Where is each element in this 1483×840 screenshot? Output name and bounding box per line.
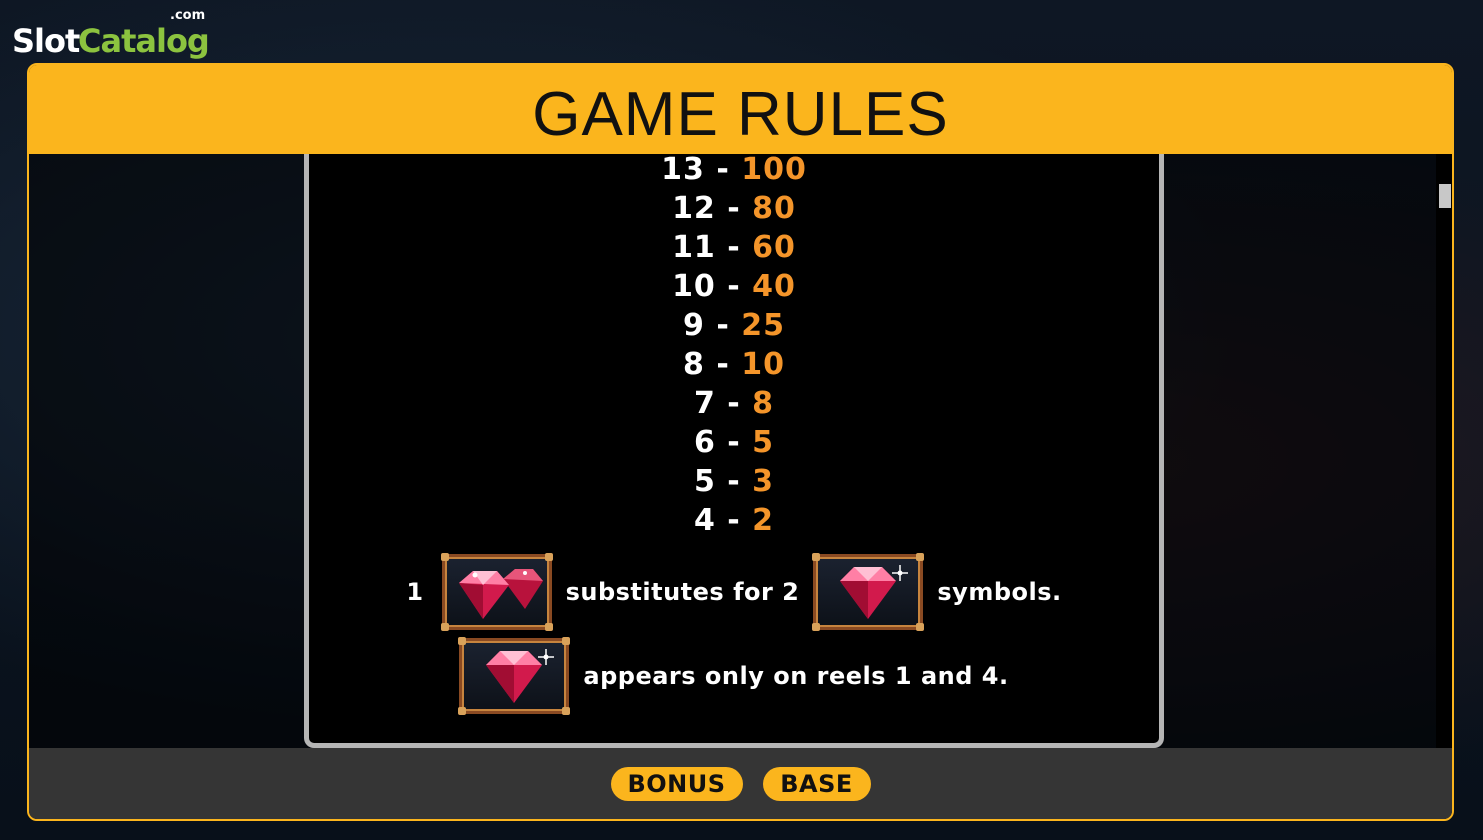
pay-separator: - [727,230,741,265]
pay-value: 100 [741,154,807,187]
panel-footer: BONUS BASE [29,748,1452,819]
pay-separator: - [727,269,741,304]
pay-separator: - [727,464,741,499]
pay-value: 8 [752,386,775,421]
pay-value: 60 [752,230,796,265]
ruby-symbol-icon [812,553,925,631]
pay-count: 9 [683,308,705,343]
page-title: GAME RULES [532,80,949,149]
pay-count: 4 [693,503,716,538]
paytable-row: 11 - 60 [309,232,1159,271]
pay-separator: - [727,425,741,460]
paytable-row: 13 - 100 [309,154,1159,193]
paytable-row: 6 - 5 [309,427,1159,466]
ruby-symbol-icon [458,637,571,715]
rules-content[interactable]: 13 - 100 12 - 80 11 - 60 10 - 40 9 - 25 … [304,154,1164,748]
pay-separator: - [716,347,730,382]
pay-separator: - [716,308,730,343]
panel-header: GAME RULES [29,65,1452,154]
paytable-row: 7 - 8 [309,388,1159,427]
paytable-row: 5 - 3 [309,466,1159,505]
paytable-row: 4 - 2 [309,505,1159,544]
slotcatalog-logo: Slot Catalog .com [12,8,212,60]
game-rules-panel: GAME RULES 13 - 100 12 - 80 11 - 60 10 -… [27,63,1454,821]
pay-separator: - [727,386,741,421]
reels-text: appears only on reels 1 and 4. [583,662,1009,690]
paytable-row: 8 - 10 [309,349,1159,388]
base-button[interactable]: BASE [762,766,871,801]
pay-separator: - [716,154,730,187]
pay-separator: - [727,191,741,226]
pay-count: 12 [672,191,716,226]
paytable-row: 12 - 80 [309,193,1159,232]
substitute-suffix: symbols. [937,578,1062,606]
logo-slot-text: Slot [12,22,80,60]
pay-value: 10 [741,347,785,382]
pay-count: 13 [661,154,705,187]
scroll-thumb[interactable] [1439,184,1451,208]
paytable-row: 9 - 25 [309,310,1159,349]
substitute-rule: 1 substitutes for 2 symbols. [309,552,1159,632]
bonus-button[interactable]: BONUS [610,766,743,801]
paytable-row: 10 - 40 [309,271,1159,310]
pay-count: 10 [672,269,716,304]
pay-value: 80 [752,191,796,226]
double-ruby-symbol-icon [440,553,553,631]
pay-count: 6 [693,425,716,460]
pay-value: 5 [752,425,775,460]
paytable-list: 13 - 100 12 - 80 11 - 60 10 - 40 9 - 25 … [309,154,1159,544]
pay-value: 3 [752,464,775,499]
pay-value: 40 [752,269,796,304]
logo-dotcom-text: .com [170,8,206,23]
logo-catalog-text: Catalog [78,22,210,60]
pay-count: 7 [693,386,716,421]
pay-value: 25 [741,308,785,343]
pay-value: 2 [752,503,775,538]
pay-count: 8 [683,347,705,382]
rules-scrollbar[interactable] [1436,154,1452,750]
pay-count: 5 [693,464,716,499]
pay-count: 11 [672,230,716,265]
reels-rule: appears only on reels 1 and 4. [309,636,1159,716]
pay-separator: - [727,503,741,538]
substitute-count: 1 [406,578,424,606]
substitute-text: substitutes for 2 [565,578,800,606]
